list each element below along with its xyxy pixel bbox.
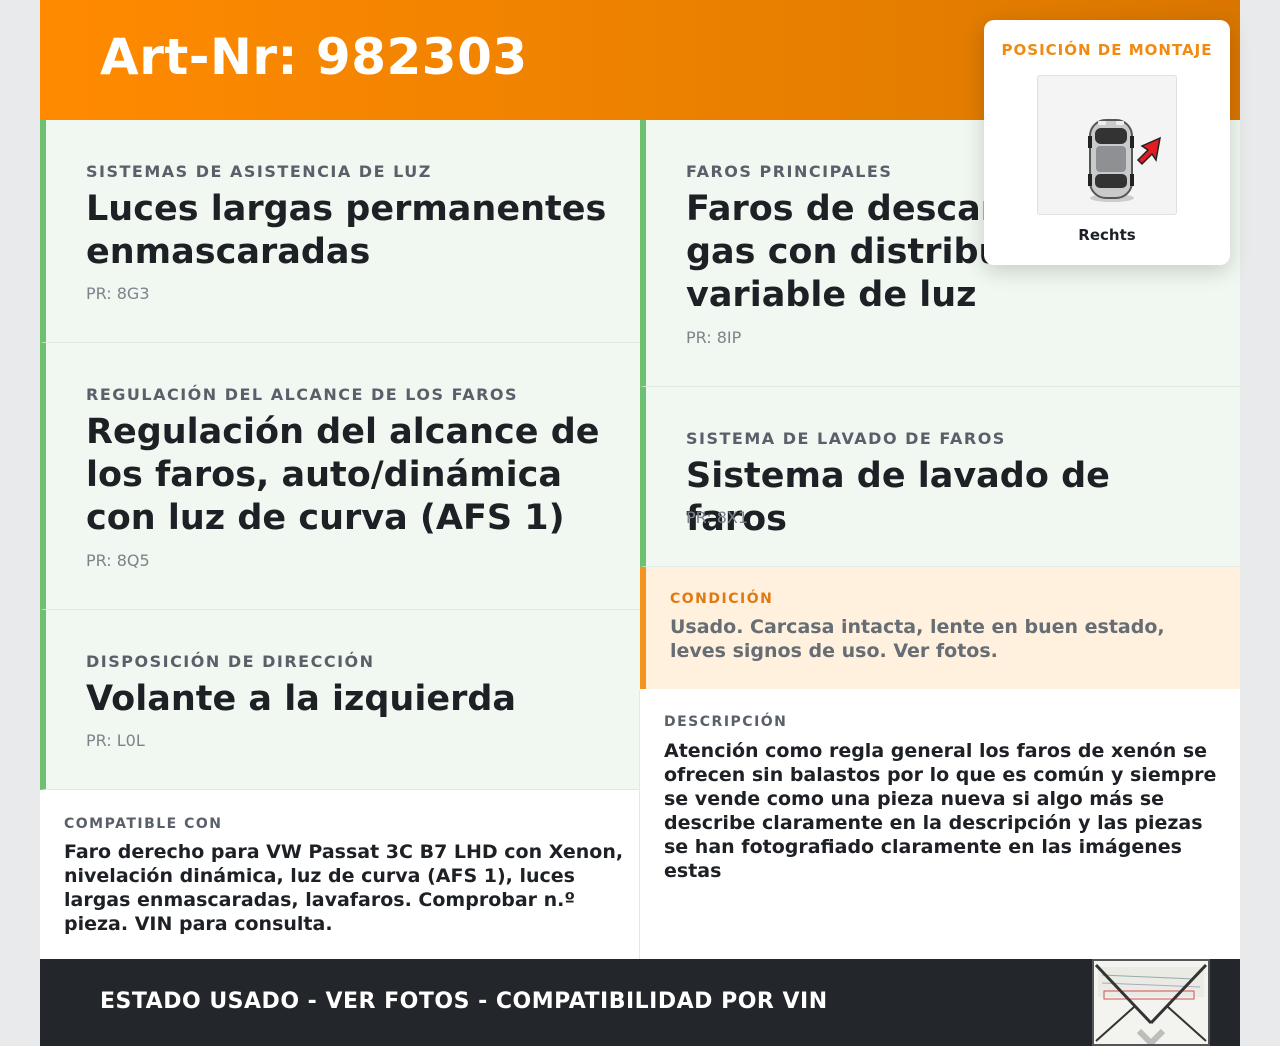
feature-title: Volante a la izquierda [86,679,517,719]
description-text: Atención como regla general los faros de… [664,740,1217,882]
mounting-position-image [1037,75,1177,215]
feature-pr-code: PR: 8IP [686,328,742,347]
feature-category: DISPOSICIÓN DE DIRECCIÓN [86,652,375,671]
condition-label: CONDICIÓN [670,591,774,607]
mounting-position-popover: POSICIÓN DE MONTAJE Rechts [984,20,1230,265]
description-label: DESCRIPCIÓN [664,714,788,730]
feature-card-steering: DISPOSICIÓN DE DIRECCIÓN Volante a la iz… [40,610,640,790]
footer-text: ESTADO USADO - VER FOTOS - COMPATIBILIDA… [100,989,828,1014]
article-number-title: Art-Nr: 982303 [100,28,528,86]
feature-title: Sistema de lavado de faros [686,456,1110,539]
feature-category: SISTEMA DE LAVADO DE FAROS [686,429,1006,448]
column-divider [639,690,640,959]
feature-title: Regulación del alcance de los faros, aut… [86,412,600,538]
feature-pr-code: PR: L0L [86,731,145,750]
condition-box: CONDICIÓN Usado. Carcasa intacta, lente … [640,567,1240,689]
compatible-label: COMPATIBLE CON [64,816,223,832]
condition-text: Usado. Carcasa intacta, lente en buen es… [670,616,1165,662]
mounting-position-label: Rechts [1078,226,1136,244]
car-top-view-icon [1088,119,1161,202]
envelope-icon [1094,961,1208,1046]
feature-category: SISTEMAS DE ASISTENCIA DE LUZ [86,162,432,181]
feature-pr-code: PR: 8X1 [686,508,749,527]
compatible-section: COMPATIBLE CON Faro derecho para VW Pass… [40,790,640,959]
compatible-text: Faro derecho para VW Passat 3C B7 LHD co… [64,841,624,935]
feature-category: FAROS PRINCIPALES [686,162,893,181]
feature-card-headlight-range: REGULACIÓN DEL ALCANCE DE LOS FAROS Regu… [40,343,640,610]
description-section: DESCRIPCIÓN Atención como regla general … [640,689,1240,959]
feature-pr-code: PR: 8G3 [86,284,150,303]
feature-card-headlight-washer: SISTEMA DE LAVADO DE FAROS Sistema de la… [640,387,1240,567]
mounting-position-title: POSICIÓN DE MONTAJE [1001,41,1213,59]
feature-title: Luces largas permanentes enmascaradas [86,189,607,272]
label-sticker-image [1092,959,1210,1046]
feature-card-light-assist: SISTEMAS DE ASISTENCIA DE LUZ Luces larg… [40,120,640,343]
footer-bar: ESTADO USADO - VER FOTOS - COMPATIBILIDA… [40,959,1240,1046]
feature-pr-code: PR: 8Q5 [86,551,150,570]
feature-category: REGULACIÓN DEL ALCANCE DE LOS FAROS [86,385,519,404]
